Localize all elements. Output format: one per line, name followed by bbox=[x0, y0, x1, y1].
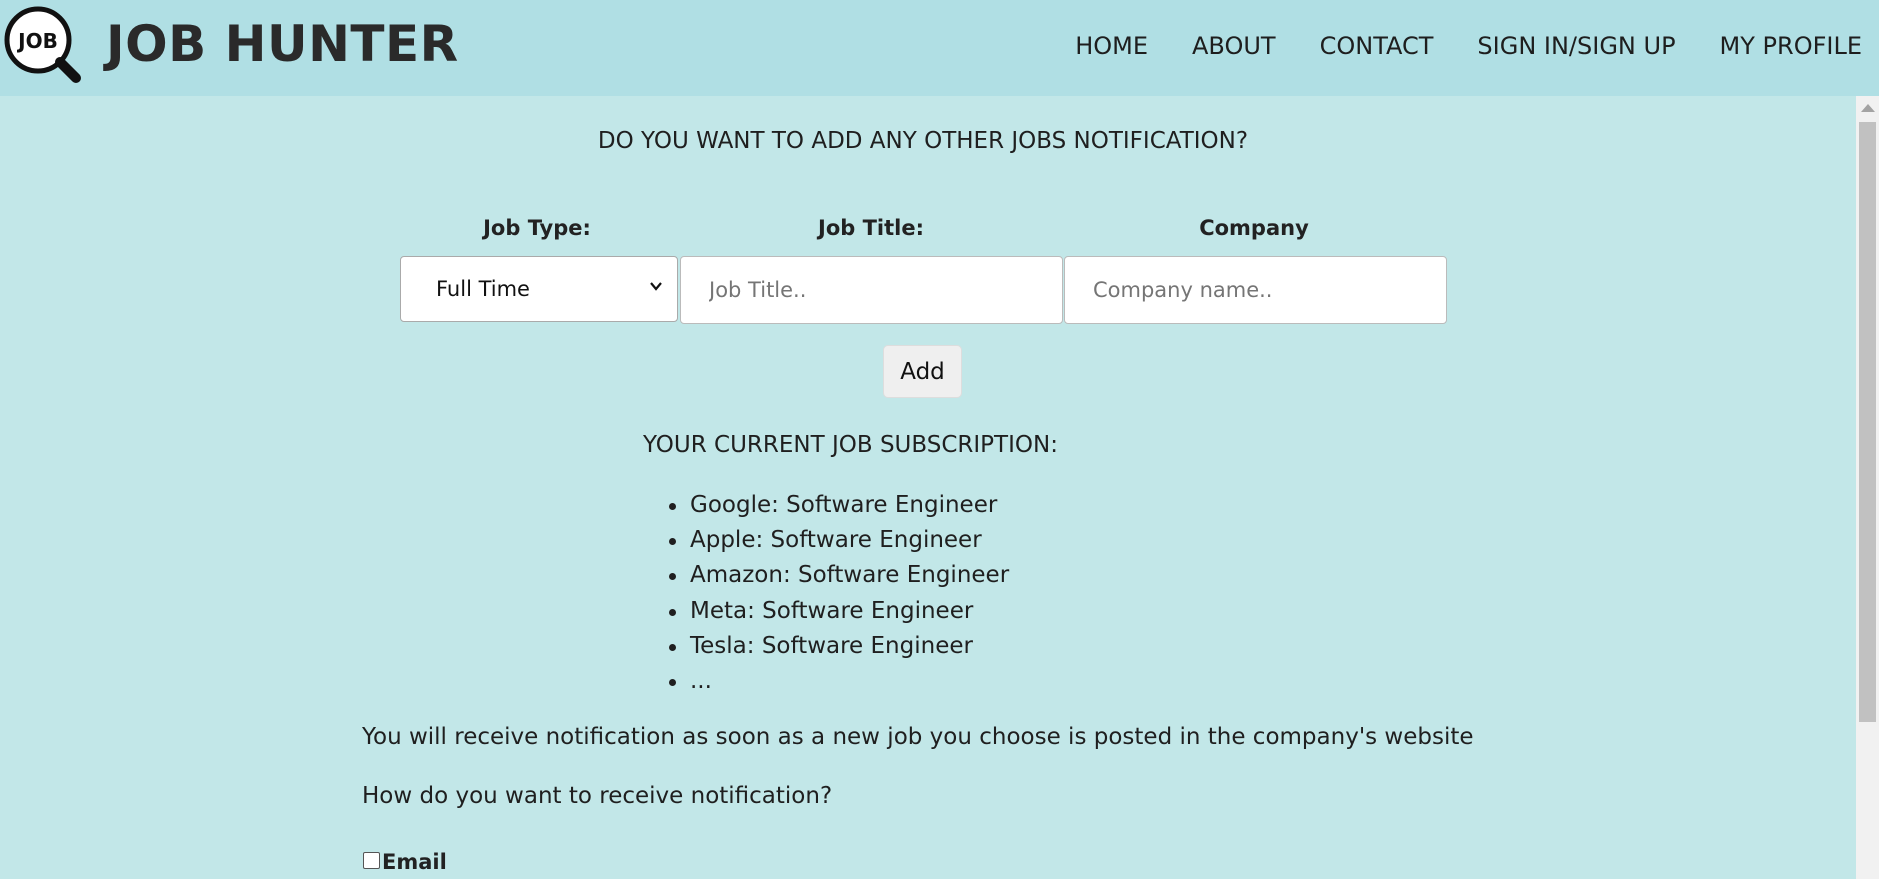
nav-home[interactable]: HOME bbox=[1075, 28, 1148, 64]
logo-magnifier-icon[interactable]: JOB bbox=[2, 4, 82, 84]
add-button[interactable]: Add bbox=[883, 345, 962, 398]
company-label: Company bbox=[1199, 216, 1309, 240]
email-option: Email bbox=[362, 846, 447, 874]
nav-my-profile[interactable]: MY PROFILE bbox=[1720, 28, 1862, 64]
logo-text: JOB bbox=[16, 29, 58, 53]
subscription-item: Amazon: Software Engineer bbox=[668, 558, 1009, 593]
brand-title[interactable]: JOB HUNTER bbox=[106, 14, 459, 74]
job-type-selected-value: Full Time bbox=[436, 277, 530, 301]
job-title-input[interactable] bbox=[680, 256, 1063, 324]
main-content: DO YOU WANT TO ADD ANY OTHER JOBS NOTIFI… bbox=[0, 96, 1856, 879]
nav-sign-in-sign-up[interactable]: SIGN IN/SIGN UP bbox=[1477, 28, 1675, 64]
job-type-label: Job Type: bbox=[483, 216, 591, 240]
subscription-item: Google: Software Engineer bbox=[668, 488, 1009, 523]
subscription-item: Tesla: Software Engineer bbox=[668, 629, 1009, 664]
chevron-down-icon bbox=[650, 282, 662, 291]
subscription-item: Meta: Software Engineer bbox=[668, 594, 1009, 629]
main-nav: HOME ABOUT CONTACT SIGN IN/SIGN UP MY PR… bbox=[1031, 28, 1862, 64]
add-notification-question: DO YOU WANT TO ADD ANY OTHER JOBS NOTIFI… bbox=[597, 128, 1249, 154]
email-label[interactable]: Email bbox=[382, 850, 447, 874]
subscription-item: ... bbox=[668, 664, 1009, 699]
scroll-up-arrow-icon[interactable] bbox=[1861, 104, 1875, 112]
job-type-select[interactable]: Full Time bbox=[400, 256, 678, 322]
scrollbar-thumb[interactable] bbox=[1859, 122, 1876, 722]
notification-info-text: You will receive notification as soon as… bbox=[362, 724, 1474, 750]
job-title-label: Job Title: bbox=[818, 216, 924, 240]
subscription-heading: YOUR CURRENT JOB SUBSCRIPTION: bbox=[643, 432, 1058, 458]
subscription-list: Google: Software Engineer Apple: Softwar… bbox=[668, 488, 1009, 699]
site-header: JOB JOB HUNTER HOME ABOUT CONTACT SIGN I… bbox=[0, 0, 1879, 96]
nav-about[interactable]: ABOUT bbox=[1192, 28, 1276, 64]
email-checkbox[interactable] bbox=[363, 851, 380, 869]
page-scrollbar[interactable] bbox=[1856, 96, 1879, 879]
company-name-input[interactable] bbox=[1064, 256, 1447, 324]
subscription-item: Apple: Software Engineer bbox=[668, 523, 1009, 558]
nav-contact[interactable]: CONTACT bbox=[1320, 28, 1434, 64]
notification-method-question: How do you want to receive notification? bbox=[362, 783, 833, 809]
